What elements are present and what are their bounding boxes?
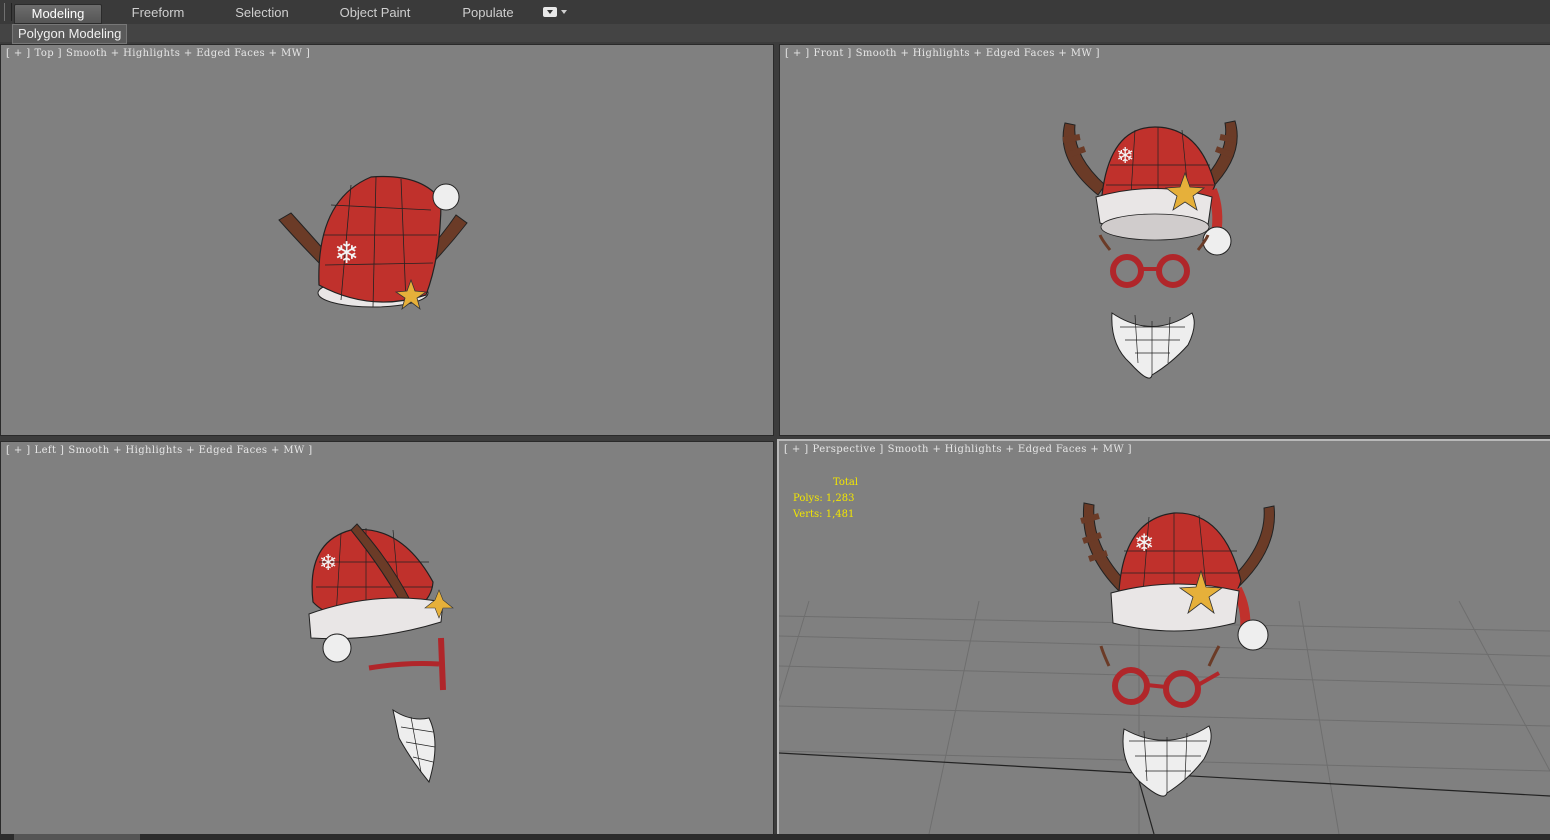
- model-top-view: ❄: [278, 175, 468, 311]
- model-front-view: ❄: [1062, 120, 1238, 379]
- viewport-perspective[interactable]: [ + ] Perspective ] Smooth + Highlights + …: [777, 439, 1550, 836]
- viewport-front[interactable]: [ + ] Front ] Smooth + Highlights + Edged …: [779, 44, 1550, 436]
- polygon-modeling-panel-button[interactable]: Polygon Modeling: [12, 24, 128, 44]
- tab-freeform[interactable]: Freeform: [118, 4, 198, 22]
- svg-text:❄: ❄: [334, 236, 359, 271]
- svg-text:❄: ❄: [1134, 529, 1154, 557]
- tab-populate[interactable]: Populate: [448, 4, 528, 22]
- svg-text:❄: ❄: [319, 551, 337, 576]
- status-bar: [0, 834, 1550, 840]
- home-grid: [779, 600, 1550, 834]
- viewport-left[interactable]: [ + ] Left ] Smooth + Highlights + Edged F…: [0, 441, 774, 835]
- ribbon-tab-bar: Modeling Freeform Selection Object Paint…: [0, 0, 1550, 25]
- svg-text:❄: ❄: [1116, 144, 1134, 169]
- ribbon-options-dropdown[interactable]: [543, 7, 567, 19]
- chevron-down-icon: [561, 10, 567, 14]
- ribbon-grip[interactable]: [4, 3, 12, 21]
- viewport-top[interactable]: [ + ] Top ] Smooth + Highlights + Edged Fa…: [0, 44, 774, 436]
- time-slider[interactable]: [14, 834, 140, 840]
- tab-modeling[interactable]: Modeling: [14, 4, 102, 24]
- ribbon-panel: Polygon Modeling: [0, 24, 1550, 44]
- tab-selection[interactable]: Selection: [222, 4, 302, 22]
- ribbon-toggle-icon: [543, 7, 557, 17]
- model-left-view: ❄: [308, 523, 454, 784]
- tab-object-paint[interactable]: Object Paint: [330, 4, 420, 22]
- model-perspective-view: ❄: [779, 502, 1550, 834]
